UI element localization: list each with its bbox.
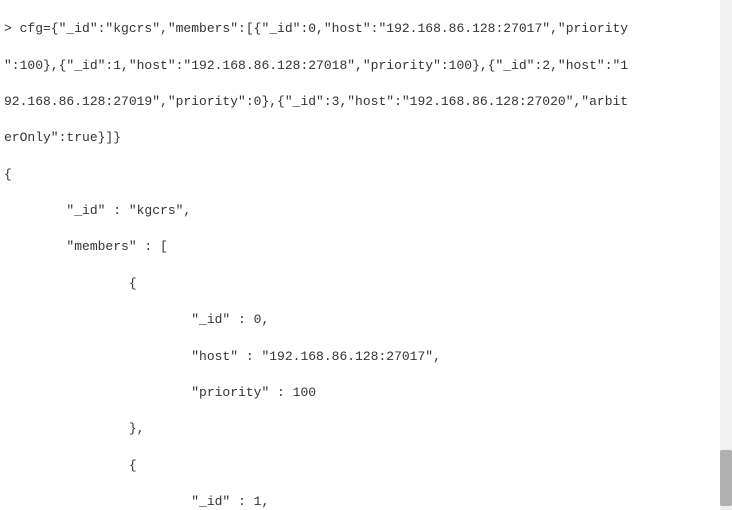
- output-members-open: "members" : [: [4, 238, 716, 256]
- member-0-host: "host" : "192.168.86.128:27017",: [4, 348, 716, 366]
- scrollbar-thumb[interactable]: [720, 450, 732, 506]
- terminal-output[interactable]: > cfg={"_id":"kgcrs","members":[{"_id":0…: [0, 0, 720, 510]
- member-1-open: {: [4, 457, 716, 475]
- command-line-cont: erOnly":true}]}: [4, 129, 716, 147]
- member-0-priority: "priority" : 100: [4, 384, 716, 402]
- output-id: "_id" : "kgcrs",: [4, 202, 716, 220]
- scrollbar-track[interactable]: [720, 0, 732, 510]
- output-brace-open: {: [4, 166, 716, 184]
- member-0-id: "_id" : 0,: [4, 311, 716, 329]
- command-line-cont: ":100},{"_id":1,"host":"192.168.86.128:2…: [4, 57, 716, 75]
- member-0-open: {: [4, 275, 716, 293]
- member-1-id: "_id" : 1,: [4, 493, 716, 510]
- command-line: > cfg={"_id":"kgcrs","members":[{"_id":0…: [4, 20, 716, 38]
- command-line-cont: 92.168.86.128:27019","priority":0},{"_id…: [4, 93, 716, 111]
- member-0-close: },: [4, 420, 716, 438]
